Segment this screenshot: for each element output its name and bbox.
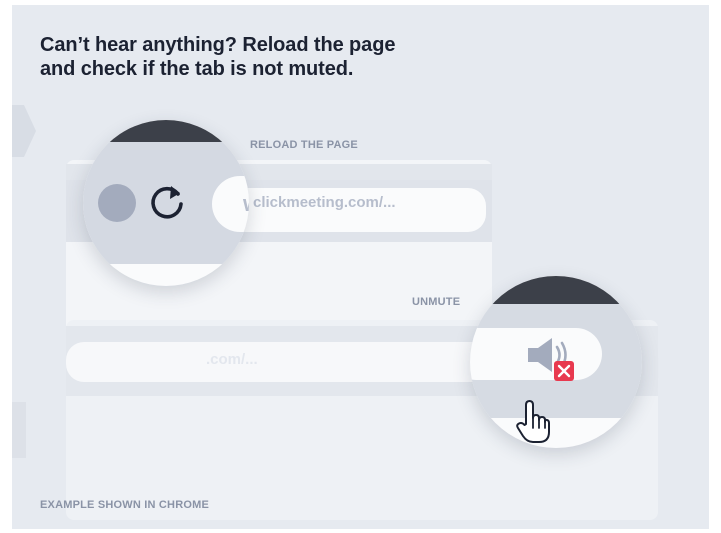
carousel-prev-tab[interactable] (12, 105, 36, 157)
muted-speaker-icon[interactable] (526, 332, 580, 387)
reload-caption: RELOAD THE PAGE (250, 139, 358, 151)
reload-magnifier: w (83, 120, 249, 286)
unmute-caption: UNMUTE (412, 296, 461, 308)
headline-line-2: and check if the tab is not muted. (40, 58, 354, 80)
lens-tab-strip (83, 120, 249, 142)
lens-tab-strip-unmute (470, 276, 642, 304)
headline: Can’t hear anything? Reload the page and… (40, 33, 480, 81)
forward-button-dot (98, 184, 136, 222)
address-bar-unmute[interactable] (66, 342, 526, 382)
footer-caption: EXAMPLE SHOWN IN CHROME (40, 499, 209, 511)
info-card: Can’t hear anything? Reload the page and… (12, 5, 709, 529)
reload-url-text: clickmeeting.com/... (253, 194, 396, 211)
hand-pointer-icon (516, 400, 550, 448)
unmute-magnifier (470, 276, 642, 448)
unmute-url-text: .com/... (206, 351, 258, 368)
lens-url-fragment: w (243, 191, 249, 217)
headline-line-1: Can’t hear anything? Reload the page (40, 34, 396, 56)
carousel-side-tab (12, 402, 26, 458)
reload-icon[interactable] (145, 180, 189, 229)
